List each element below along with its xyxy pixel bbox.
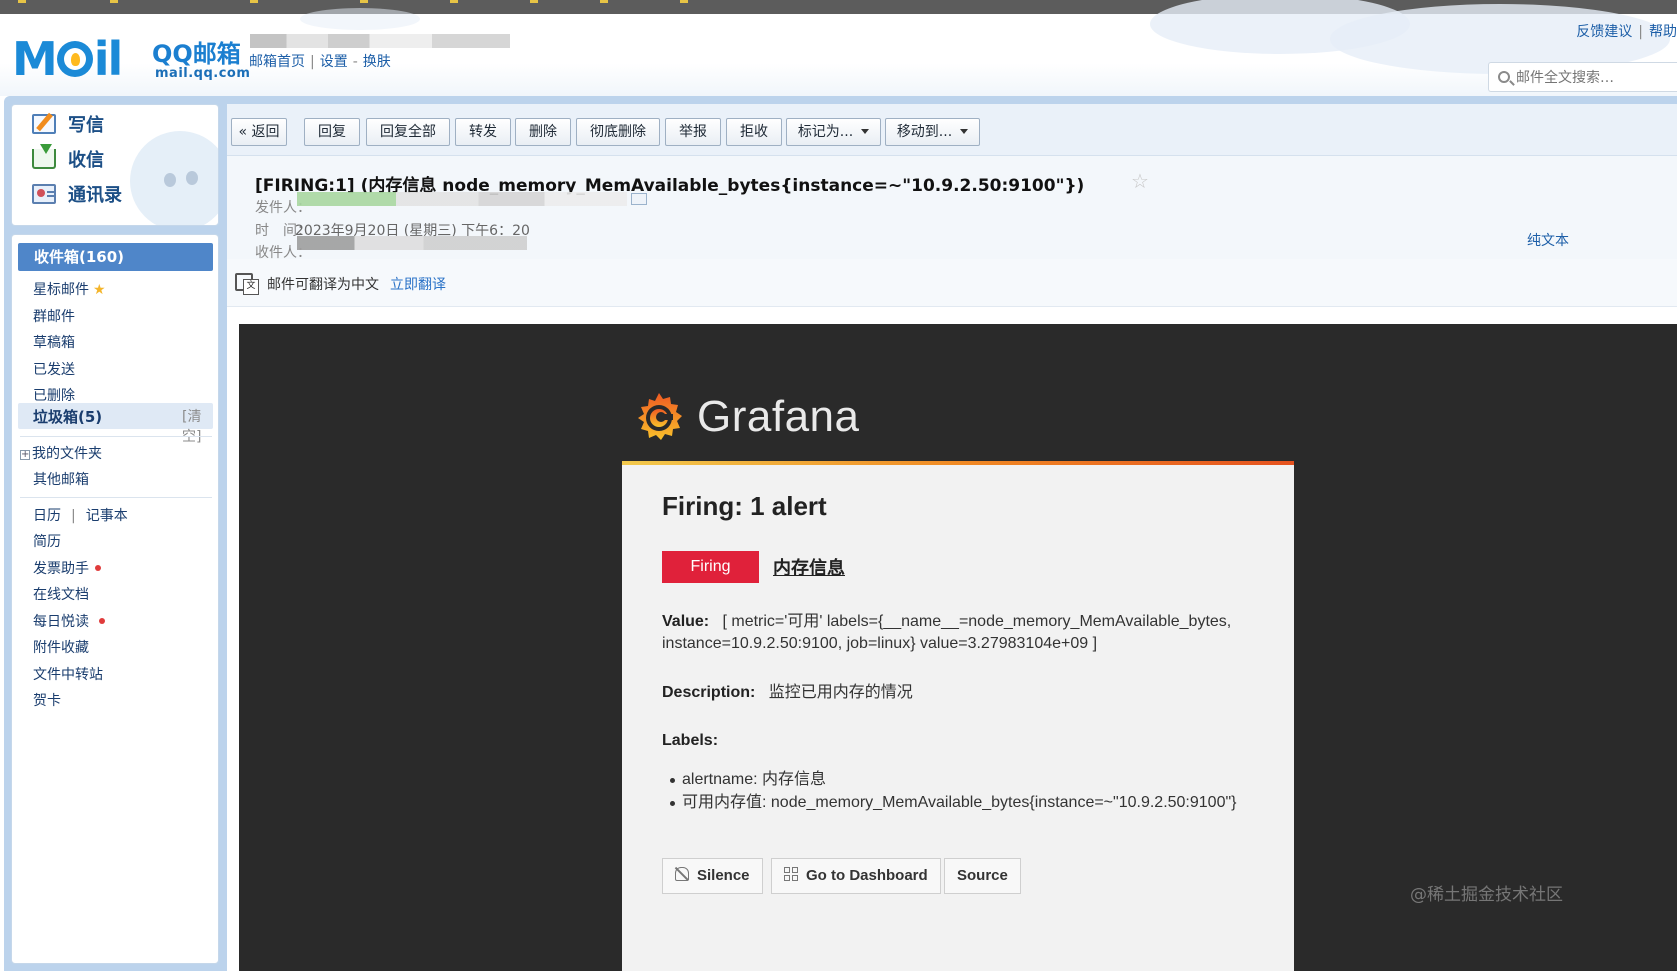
- search-input[interactable]: [1516, 68, 1671, 88]
- calendar-link[interactable]: 日历: [33, 508, 61, 524]
- online-docs-link[interactable]: 在线文档: [33, 584, 89, 604]
- attachments-link[interactable]: 附件收藏: [33, 637, 89, 657]
- unread-dot-icon: [95, 565, 101, 571]
- contacts-button[interactable]: 通讯录: [32, 181, 122, 207]
- logo-qq-text: QQ邮箱: [152, 40, 241, 68]
- folder-sent[interactable]: 已发送: [33, 359, 75, 379]
- folder-trash[interactable]: 垃圾箱(5): [33, 406, 102, 427]
- qqmail-logo[interactable]: Mil QQ邮箱 mail.qq.com: [12, 32, 250, 88]
- recipient-blurred: [297, 236, 527, 250]
- star-icon: ★: [93, 282, 106, 298]
- write-icon: [32, 114, 56, 134]
- bell-off-icon: [675, 867, 689, 881]
- report-button[interactable]: 举报: [665, 118, 721, 146]
- alert-value: Value: [ metric='可用' labels={__name__=no…: [662, 613, 1232, 630]
- contact-card-icon[interactable]: [631, 193, 647, 205]
- plain-text-link[interactable]: 纯文本: [1527, 230, 1569, 250]
- help-link[interactable]: 帮助: [1649, 24, 1677, 40]
- translate-hint: 邮件可翻译为中文: [267, 277, 379, 293]
- grafana-icon: [638, 393, 682, 440]
- folder-starred[interactable]: 星标邮件 ★: [33, 279, 106, 299]
- alert-description: Description: 监控已用内存的情况: [662, 684, 913, 701]
- silence-button[interactable]: Silence: [662, 858, 763, 894]
- folder-my-folders[interactable]: + 我的文件夹: [20, 443, 102, 463]
- daily-read-link[interactable]: 每日悦读: [33, 611, 105, 631]
- labels-heading: Labels:: [662, 732, 719, 749]
- labels-list: alertname: 内存信息 可用内存值: node_memory_MemAv…: [670, 768, 1237, 814]
- grafana-logo: Grafana: [633, 390, 873, 450]
- logo-o-icon: [56, 41, 93, 77]
- file-transfer-link[interactable]: 文件中转站: [33, 664, 103, 684]
- qq-mascot-icon: [130, 131, 218, 225]
- top-right-links: 反馈建议 | 帮助: [1576, 24, 1677, 40]
- folder-other-mailbox[interactable]: 其他邮箱: [33, 469, 89, 489]
- feedback-link[interactable]: 反馈建议: [1576, 24, 1632, 40]
- nav-mail-home[interactable]: 邮箱首页: [249, 54, 305, 70]
- mail-body: Grafana Firing: 1 alert Firing 内存信息 Valu…: [239, 324, 1677, 971]
- delete-button[interactable]: 删除: [515, 118, 571, 146]
- move-to-dropdown[interactable]: 移动到...: [885, 118, 980, 146]
- folder-inbox[interactable]: 收件箱(160): [18, 243, 213, 271]
- greeting-cards-link[interactable]: 贺卡: [33, 690, 61, 710]
- notebook-link[interactable]: 记事本: [86, 508, 128, 524]
- sender-blurred: [297, 192, 627, 206]
- back-button[interactable]: « 返回: [231, 118, 287, 146]
- reply-all-button[interactable]: 回复全部: [366, 118, 450, 146]
- receive-button[interactable]: 收信: [32, 144, 104, 172]
- alert-card: Firing: 1 alert Firing 内存信息 Value: [ met…: [622, 461, 1294, 971]
- alert-value-cont: instance=10.9.2.50:9100, job=linux} valu…: [662, 635, 1098, 652]
- list-item: alertname: 内存信息: [670, 768, 1237, 791]
- translate-now-link[interactable]: 立即翻译: [390, 274, 446, 294]
- watermark: @稀土掘金技术社区: [1410, 885, 1563, 905]
- search-icon: [1498, 71, 1510, 83]
- quick-actions: 写信 收信 通讯录: [11, 104, 219, 226]
- reject-button[interactable]: 拒收: [726, 118, 782, 146]
- resume-link[interactable]: 简历: [33, 531, 61, 551]
- nav-skin[interactable]: 换肤: [363, 54, 391, 70]
- mail-toolbar: « 返回 回复 回复全部 转发 删除 彻底删除 举报 拒收 标记为... 移动到…: [227, 104, 1677, 156]
- mail-header: Mil QQ邮箱 mail.qq.com 邮箱首页 | 设置 - 换肤 反馈建议 | 帮助: [0, 0, 1677, 96]
- fulltext-search[interactable]: [1488, 62, 1677, 92]
- compose-button[interactable]: 写信: [32, 111, 104, 137]
- source-button[interactable]: Source: [944, 858, 1021, 894]
- grafana-wordmark: Grafana: [697, 392, 860, 441]
- mail-read-pane: « 返回 回复 回复全部 转发 删除 彻底删除 举报 拒收 标记为... 移动到…: [227, 104, 1677, 971]
- chevron-down-icon: [861, 129, 870, 134]
- chevron-down-icon: [960, 129, 969, 134]
- expand-icon[interactable]: +: [20, 450, 30, 460]
- invoice-assistant-link[interactable]: 发票助手: [33, 558, 101, 578]
- alert-name-link[interactable]: 内存信息: [773, 554, 845, 580]
- list-item: 可用内存值: node_memory_MemAvailable_bytes{in…: [670, 791, 1237, 814]
- logo-domain-text: mail.qq.com: [155, 66, 251, 81]
- delete-permanently-button[interactable]: 彻底删除: [576, 118, 660, 146]
- nav-settings[interactable]: 设置: [320, 54, 348, 70]
- unread-dot-icon: [99, 618, 105, 624]
- folder-deleted[interactable]: 已删除: [33, 385, 75, 405]
- translate-icon: [235, 273, 259, 295]
- contact-card-icon: [32, 184, 56, 204]
- header-nav: 邮箱首页 | 设置 - 换肤: [249, 54, 391, 70]
- reply-button[interactable]: 回复: [304, 118, 360, 146]
- star-icon[interactable]: ☆: [1131, 169, 1149, 193]
- calendar-notebook: 日历 | 记事本: [33, 508, 128, 524]
- translate-bar: 邮件可翻译为中文 立即翻译: [227, 259, 1677, 307]
- go-to-dashboard-button[interactable]: Go to Dashboard: [771, 858, 941, 894]
- alert-title: Firing: 1 alert: [662, 491, 827, 521]
- firing-badge: Firing: [662, 551, 759, 583]
- mark-as-dropdown[interactable]: 标记为...: [786, 118, 881, 146]
- trash-clear-link[interactable]: [清空]: [182, 406, 218, 446]
- forward-button[interactable]: 转发: [455, 118, 511, 146]
- folder-drafts[interactable]: 草稿箱: [33, 332, 75, 352]
- folder-list: 收件箱(160) 星标邮件 ★ 群邮件 草稿箱 已发送 已删除 垃圾箱(5) [清…: [11, 234, 219, 964]
- folder-group[interactable]: 群邮件: [33, 306, 75, 326]
- inbox-download-icon: [32, 144, 56, 169]
- account-blurred: [250, 34, 510, 48]
- dashboard-grid-icon: [784, 867, 798, 881]
